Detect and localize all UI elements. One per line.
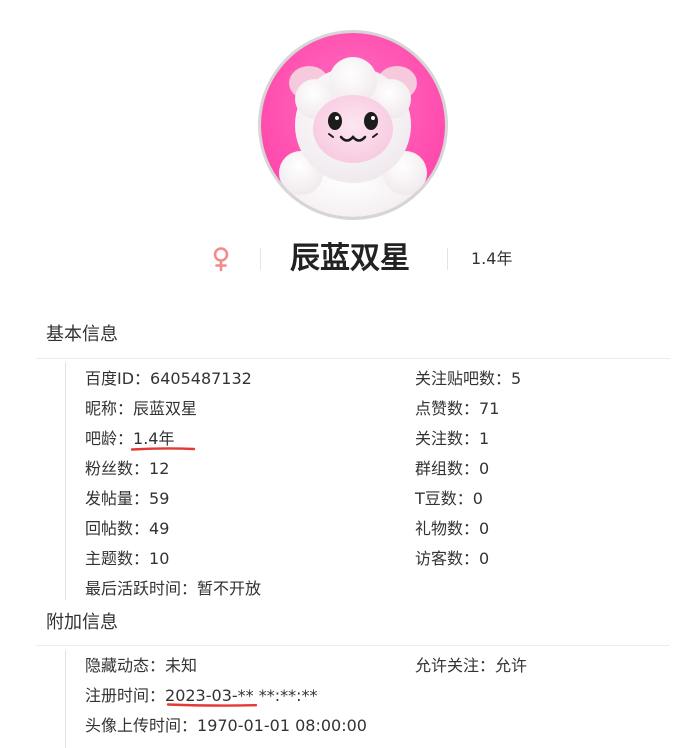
field-likes: 点赞数：71 — [415, 398, 499, 420]
section-divider — [36, 645, 670, 646]
white-sheep-avatar-icon — [261, 33, 445, 217]
field-label: 关注数： — [415, 429, 480, 448]
field-label: 最后活跃时间： — [85, 579, 198, 598]
field-label: 粉丝数： — [85, 459, 150, 478]
field-followed-bars: 关注贴吧数：5 — [415, 368, 521, 390]
annotation-underline — [130, 446, 196, 452]
field-label: T豆数： — [415, 489, 473, 508]
female-icon — [210, 246, 232, 272]
field-value: 1 — [479, 429, 490, 448]
field-label: 隐藏动态： — [85, 656, 166, 675]
field-label: 点赞数： — [415, 399, 480, 418]
field-hidden-activity: 隐藏动态：未知 — [85, 655, 197, 677]
field-label: 主题数： — [85, 549, 150, 568]
field-visitors: 访客数：0 — [415, 548, 489, 570]
field-last-active: 最后活跃时间：暂不开放 — [85, 578, 261, 600]
field-value: 10 — [149, 549, 170, 568]
field-value: 暂不开放 — [197, 579, 262, 598]
field-groups: 群组数：0 — [415, 458, 489, 480]
field-label: 关注贴吧数： — [415, 369, 512, 388]
field-label: 允许关注： — [415, 656, 496, 675]
field-value: 49 — [149, 519, 170, 538]
field-following: 关注数：1 — [415, 428, 489, 450]
field-posts: 发帖量：59 — [85, 488, 169, 510]
field-value: 辰蓝双星 — [133, 399, 198, 418]
username: 辰蓝双星 — [290, 241, 410, 276]
field-nickname: 昵称：辰蓝双星 — [85, 398, 197, 420]
field-fans: 粉丝数：12 — [85, 458, 169, 480]
field-t-beans: T豆数：0 — [415, 488, 483, 510]
field-value: 5 — [511, 369, 522, 388]
field-value: 未知 — [165, 656, 198, 675]
field-value: 0 — [479, 459, 490, 478]
section-title-basic-info: 基本信息 — [46, 324, 118, 345]
header-divider — [447, 248, 448, 270]
section-divider — [36, 358, 670, 359]
field-avatar-upload-time: 头像上传时间：1970-01-01 08:00:00 — [85, 715, 367, 737]
field-topics: 主题数：10 — [85, 548, 169, 570]
field-label: 访客数： — [415, 549, 480, 568]
field-value: 6405487132 — [150, 369, 252, 388]
field-baidu-id: 百度ID：6405487132 — [85, 368, 252, 390]
field-label: 头像上传时间： — [85, 716, 198, 735]
section-title-extra-info: 附加信息 — [46, 612, 118, 633]
field-value: 1970-01-01 08:00:00 — [197, 716, 367, 735]
field-label: 注册时间： — [85, 686, 166, 705]
field-value: 0 — [479, 549, 490, 568]
field-allow-follow: 允许关注：允许 — [415, 655, 527, 677]
field-value: 12 — [149, 459, 170, 478]
field-label: 吧龄： — [85, 429, 134, 448]
field-value: 59 — [149, 489, 170, 508]
account-age: 1.4年 — [471, 249, 513, 268]
avatar-image — [261, 33, 445, 217]
field-label: 礼物数： — [415, 519, 480, 538]
profile-header: 辰蓝双星 1.4年 — [0, 236, 696, 282]
field-replies: 回帖数：49 — [85, 518, 169, 540]
field-value: 0 — [472, 489, 483, 508]
field-value: 允许 — [495, 656, 528, 675]
field-label: 回帖数： — [85, 519, 150, 538]
field-label: 昵称： — [85, 399, 134, 418]
field-gifts: 礼物数：0 — [415, 518, 489, 540]
field-value: 0 — [479, 519, 490, 538]
field-label: 群组数： — [415, 459, 480, 478]
header-divider — [260, 248, 261, 270]
field-label: 发帖量： — [85, 489, 150, 508]
avatar[interactable] — [258, 30, 448, 220]
section-left-border — [65, 362, 66, 600]
section-left-border — [65, 650, 66, 748]
field-label: 百度ID： — [85, 369, 151, 388]
annotation-underline — [166, 702, 258, 708]
field-value: 71 — [479, 399, 500, 418]
